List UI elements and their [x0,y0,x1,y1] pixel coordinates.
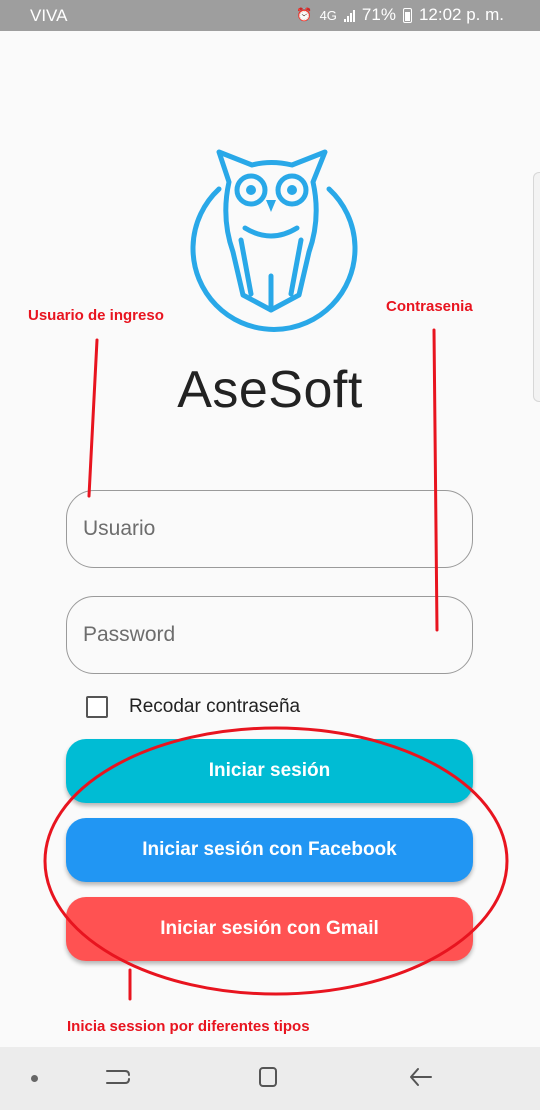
navigation-bar [0,1047,540,1110]
annotation-overlay [43,328,509,1001]
annotation-ellipse [43,726,509,996]
home-icon[interactable] [259,1067,277,1087]
back-icon[interactable] [408,1065,434,1089]
annotation-login-types-text: Inicia session por diferentes tipos [67,1018,310,1035]
dot-icon[interactable] [31,1075,38,1082]
annotation-line-username [87,338,99,498]
annotation-line-password [432,328,439,632]
annotation-username-text: Usuario de ingreso [28,307,164,324]
annotation-password-text: Contrasenia [386,298,473,315]
recents-icon[interactable] [105,1065,131,1089]
